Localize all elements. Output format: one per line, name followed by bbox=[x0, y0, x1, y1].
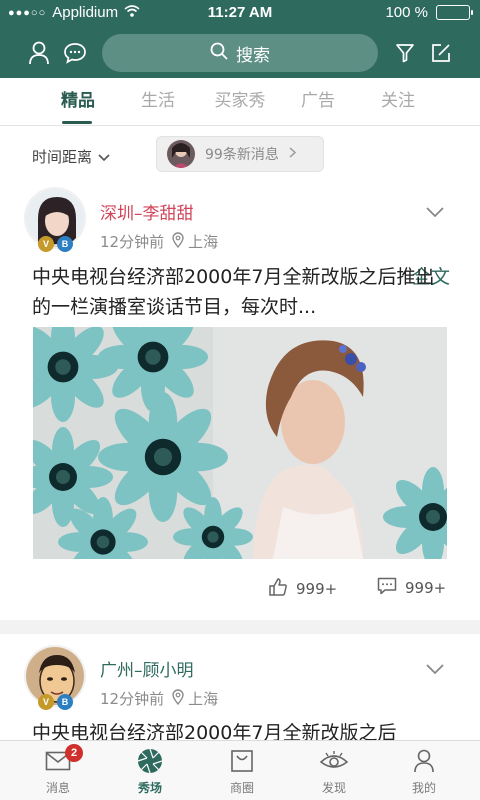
business-badge: B bbox=[57, 694, 73, 710]
post-meta: 12分钟前 上海 bbox=[100, 231, 218, 252]
nav-showcase[interactable]: 秀场 bbox=[102, 745, 198, 800]
nav-discover[interactable]: 发现 bbox=[286, 745, 382, 800]
unread-badge: 2 bbox=[65, 744, 83, 762]
nav-me[interactable]: 我的 bbox=[376, 745, 472, 800]
tab-guanzhu[interactable]: 关注 bbox=[358, 78, 438, 126]
chevron-right-icon bbox=[289, 146, 296, 162]
mail-icon: 2 bbox=[43, 744, 83, 777]
shopping-bag-icon bbox=[227, 745, 257, 777]
post-image[interactable] bbox=[33, 327, 447, 559]
post-avatar[interactable]: V B bbox=[24, 187, 88, 252]
nav-label: 发现 bbox=[321, 781, 346, 795]
post-location-label: 上海 bbox=[188, 233, 219, 251]
category-tabs: 精品 生活 买家秀 广告 关注 bbox=[0, 78, 480, 126]
profile-icon[interactable] bbox=[24, 38, 54, 68]
battery-status: 100 % bbox=[385, 4, 473, 21]
avatar bbox=[24, 187, 86, 249]
tab-shenghuo[interactable]: 生活 bbox=[118, 78, 198, 126]
battery-percent: 100 % bbox=[385, 4, 428, 21]
nav-label: 秀场 bbox=[137, 781, 162, 795]
tab-guanggao[interactable]: 广告 bbox=[278, 78, 358, 126]
post-location: 上海 bbox=[172, 231, 218, 252]
like-button[interactable]: 999+ bbox=[268, 577, 337, 601]
post-text: 中央电视台经济部2000年7月全新改版之后推出的一栏演播室谈话节目，每次时... bbox=[32, 266, 435, 318]
active-tab-indicator bbox=[62, 121, 92, 124]
user-icon bbox=[409, 745, 439, 777]
nav-business-circle[interactable]: 商圈 bbox=[194, 745, 290, 800]
battery-icon bbox=[436, 5, 473, 20]
post-time: 12分钟前 bbox=[100, 690, 165, 708]
app-header: ●●●○○ Applidium 11:27 AM 100 % 搜索 bbox=[0, 0, 480, 78]
search-bar[interactable]: 搜索 bbox=[102, 34, 378, 72]
filter-bar: 时间距离 99条新消息 bbox=[0, 127, 480, 181]
post-separator bbox=[0, 620, 480, 634]
new-messages-label: 99条新消息 bbox=[205, 147, 279, 163]
distance-filter-dropdown[interactable]: 时间距离 bbox=[32, 146, 110, 167]
feed-post: V B 深圳–李甜甜 12分钟前 上海 中央电视台经济部2000年7月全新改版之… bbox=[0, 181, 480, 620]
avatar bbox=[24, 645, 86, 707]
business-badge: B bbox=[57, 236, 73, 252]
filter-icon[interactable] bbox=[390, 38, 420, 68]
location-pin-icon bbox=[172, 688, 184, 709]
post-author[interactable]: 深圳–李甜甜 bbox=[100, 199, 194, 224]
edit-icon[interactable] bbox=[426, 38, 456, 68]
sender-avatar bbox=[167, 140, 195, 168]
post-meta: 12分钟前 上海 bbox=[100, 688, 218, 709]
status-bar: ●●●○○ Applidium 11:27 AM 100 % bbox=[0, 0, 480, 26]
eye-icon bbox=[319, 745, 349, 777]
distance-filter-label: 时间距离 bbox=[32, 148, 93, 166]
nav-label: 商圈 bbox=[229, 781, 254, 795]
thumbs-up-icon bbox=[268, 577, 288, 601]
comment-button[interactable]: 999+ bbox=[377, 577, 446, 599]
nav-messages[interactable]: 2 消息 bbox=[10, 744, 106, 800]
chevron-down-icon bbox=[98, 148, 110, 166]
post-text-block: 中央电视台经济部2000年7月全新改版之后推出的一栏演播室谈话节目，每次时...… bbox=[32, 262, 450, 322]
post-text: 中央电视台经济部2000年7月全新改版之后 bbox=[32, 722, 397, 740]
tab-jingpin[interactable]: 精品 bbox=[38, 78, 118, 126]
post-options-chevron-icon[interactable] bbox=[425, 660, 445, 679]
top-toolbar: 搜索 bbox=[0, 30, 480, 76]
verified-badge: V bbox=[38, 236, 54, 252]
post-author[interactable]: 广州–顾小明 bbox=[100, 656, 194, 681]
verified-badge: V bbox=[38, 694, 54, 710]
aperture-icon bbox=[135, 745, 165, 777]
new-messages-button[interactable]: 99条新消息 bbox=[156, 136, 324, 172]
nav-label: 我的 bbox=[411, 781, 436, 795]
location-pin-icon bbox=[172, 231, 184, 252]
tab-maijiaxiu[interactable]: 买家秀 bbox=[200, 78, 280, 126]
post-location: 上海 bbox=[172, 688, 218, 709]
post-actions: 999+ 999+ bbox=[0, 577, 480, 605]
like-count: 999+ bbox=[296, 580, 338, 598]
nav-label: 消息 bbox=[45, 781, 70, 795]
chat-icon[interactable] bbox=[60, 38, 90, 68]
bottom-nav: 2 消息 秀场 商圈 发现 我的 bbox=[0, 740, 480, 800]
search-icon bbox=[210, 42, 228, 65]
post-options-chevron-icon[interactable] bbox=[425, 203, 445, 222]
search-label: 搜索 bbox=[236, 45, 270, 66]
post-location-label: 上海 bbox=[188, 690, 219, 708]
post-time: 12分钟前 bbox=[100, 233, 165, 251]
comment-icon bbox=[377, 577, 397, 599]
feed-post: V B 广州–顾小明 12分钟前 上海 中央电视台经济部2000年7月全新改版之… bbox=[0, 634, 480, 740]
post-avatar[interactable]: V B bbox=[24, 645, 88, 710]
comment-count: 999+ bbox=[405, 579, 447, 597]
